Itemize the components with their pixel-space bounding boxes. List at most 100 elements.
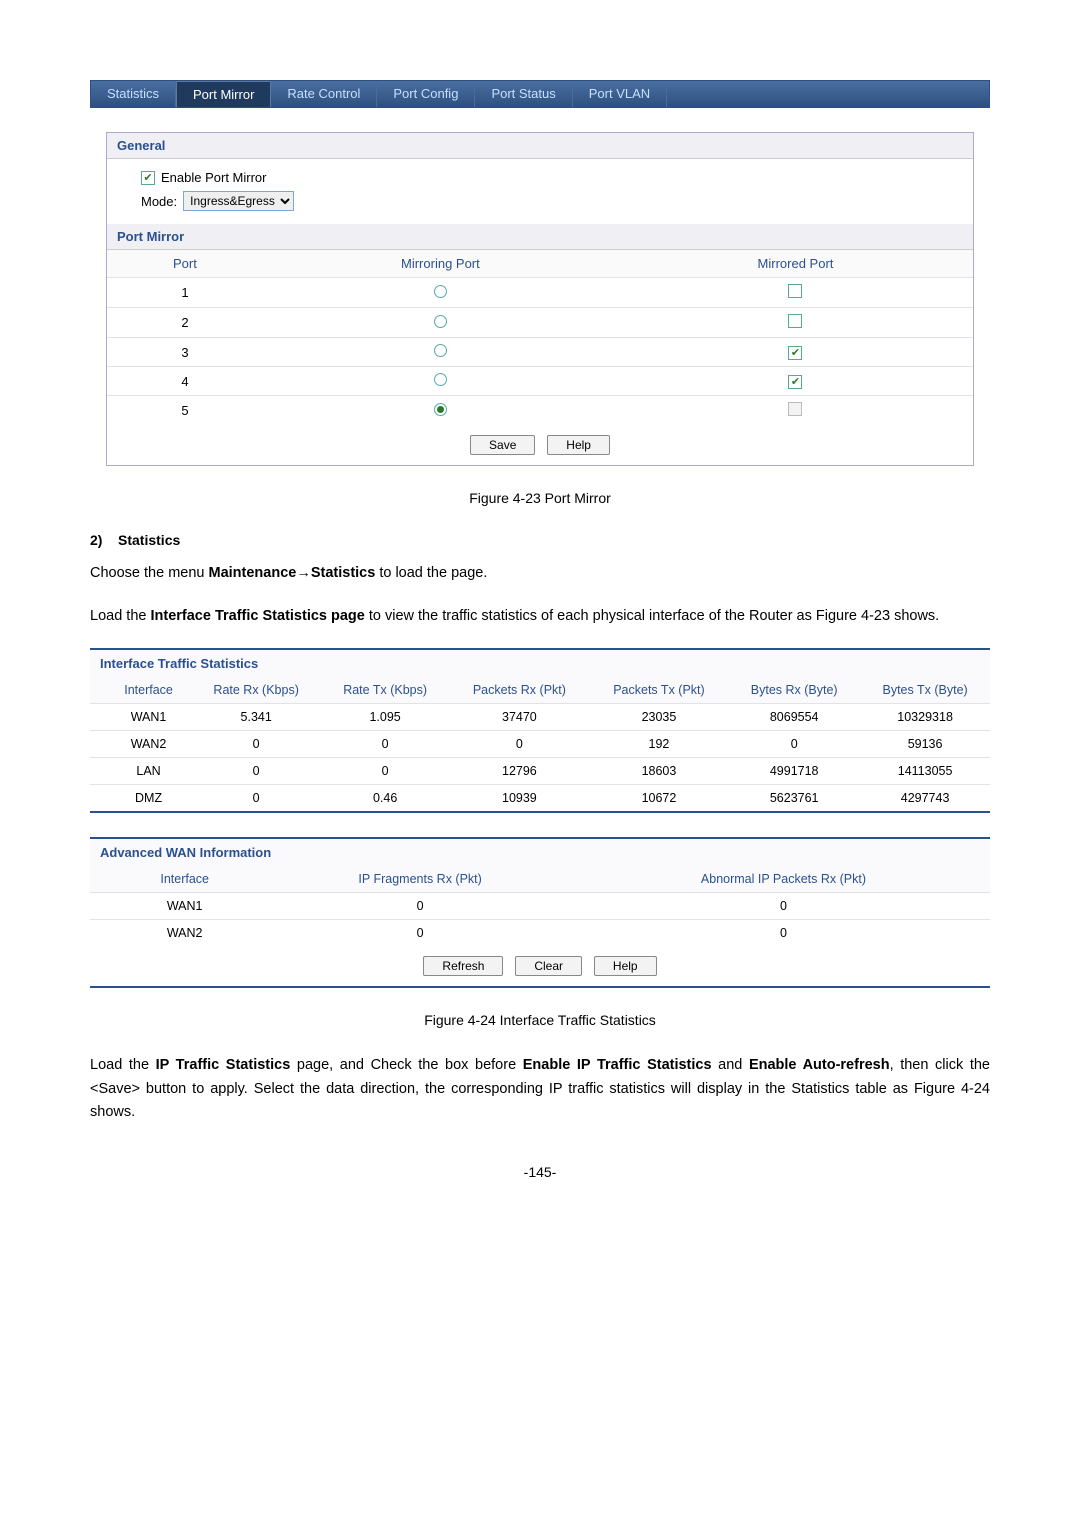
cell: 12796 (449, 758, 590, 785)
enable-port-mirror-label: Enable Port Mirror (161, 170, 266, 185)
cell: 0 (191, 731, 321, 758)
col-header: Rate Rx (Kbps) (191, 677, 321, 704)
mirrored-checkbox[interactable] (788, 346, 802, 360)
its-heading: Interface Traffic Statistics (90, 650, 990, 677)
awi-table: InterfaceIP Fragments Rx (Pkt)Abnormal I… (90, 866, 990, 946)
cell: 0 (321, 731, 449, 758)
table-row: DMZ00.46109391067256237614297743 (90, 785, 990, 812)
cell: WAN1 (90, 704, 191, 731)
tab-port-vlan[interactable]: Port VLAN (573, 81, 667, 107)
mirroring-radio[interactable] (434, 315, 447, 328)
col-header: Interface (90, 677, 191, 704)
save-button[interactable]: Save (470, 435, 535, 455)
port-cell: 4 (107, 367, 263, 396)
cell: 0 (321, 758, 449, 785)
cell: LAN (90, 758, 191, 785)
cell: 4991718 (728, 758, 860, 785)
mirroring-radio[interactable] (434, 373, 447, 386)
cell: DMZ (90, 785, 191, 812)
table-row: WAN100 (90, 893, 990, 920)
tab-rate-control[interactable]: Rate Control (271, 81, 377, 107)
port-cell: 3 (107, 338, 263, 367)
tab-bar: Statistics Port Mirror Rate Control Port… (90, 80, 990, 108)
cell: 192 (590, 731, 728, 758)
cell: 0 (577, 893, 990, 920)
cell: 37470 (449, 704, 590, 731)
section-heading: 2) Statistics (90, 532, 990, 548)
cell: 0.46 (321, 785, 449, 812)
cell: 8069554 (728, 704, 860, 731)
mirroring-radio[interactable] (434, 403, 447, 416)
cell: 10329318 (860, 704, 990, 731)
cell: 0 (728, 731, 860, 758)
mode-label: Mode: (141, 194, 177, 209)
general-heading: General (107, 133, 973, 159)
col-header: Packets Tx (Pkt) (590, 677, 728, 704)
col-port: Port (107, 250, 263, 278)
tab-statistics[interactable]: Statistics (91, 81, 176, 107)
port-cell: 2 (107, 308, 263, 338)
figure-caption-1: Figure 4-23 Port Mirror (90, 490, 990, 506)
clear-button[interactable]: Clear (515, 956, 582, 976)
paragraph-3: Load the IP Traffic Statistics page, and… (90, 1054, 990, 1124)
port-cell: 5 (107, 396, 263, 426)
cell: 59136 (860, 731, 990, 758)
table-row: 4 (107, 367, 973, 396)
cell: 14113055 (860, 758, 990, 785)
cell: WAN2 (90, 920, 263, 947)
tab-port-status[interactable]: Port Status (475, 81, 572, 107)
cell: 10939 (449, 785, 590, 812)
tab-port-mirror[interactable]: Port Mirror (176, 81, 271, 107)
cell: 5623761 (728, 785, 860, 812)
help-button[interactable]: Help (547, 435, 610, 455)
col-header: Abnormal IP Packets Rx (Pkt) (577, 866, 990, 893)
col-header: Bytes Rx (Byte) (728, 677, 860, 704)
awi-heading: Advanced WAN Information (90, 839, 990, 866)
col-header: Bytes Tx (Byte) (860, 677, 990, 704)
table-row: WAN2000192059136 (90, 731, 990, 758)
cell: 23035 (590, 704, 728, 731)
port-mirror-panel: General Enable Port Mirror Mode: Ingress… (106, 132, 974, 466)
col-mirroring: Mirroring Port (263, 250, 618, 278)
cell: 0 (263, 920, 577, 947)
mode-select[interactable]: Ingress&Egress (183, 191, 294, 211)
table-row: WAN200 (90, 920, 990, 947)
page-number: -145- (90, 1164, 990, 1180)
table-row: 3 (107, 338, 973, 367)
cell: 5.341 (191, 704, 321, 731)
tab-port-config[interactable]: Port Config (377, 81, 475, 107)
mirroring-radio[interactable] (434, 344, 447, 357)
cell: 0 (263, 893, 577, 920)
cell: 1.095 (321, 704, 449, 731)
cell: 0 (191, 758, 321, 785)
mirrored-checkbox (788, 402, 802, 416)
cell: 0 (191, 785, 321, 812)
mirrored-checkbox[interactable] (788, 284, 802, 298)
interface-traffic-stats-panel: Interface Traffic Statistics InterfaceRa… (90, 648, 990, 813)
enable-port-mirror-checkbox[interactable] (141, 171, 155, 185)
col-header: Packets Rx (Pkt) (449, 677, 590, 704)
cell: WAN2 (90, 731, 191, 758)
col-mirrored: Mirrored Port (618, 250, 973, 278)
mirrored-checkbox[interactable] (788, 314, 802, 328)
cell: 0 (577, 920, 990, 947)
cell: 0 (449, 731, 590, 758)
refresh-button[interactable]: Refresh (423, 956, 503, 976)
table-row: 1 (107, 278, 973, 308)
col-header: IP Fragments Rx (Pkt) (263, 866, 577, 893)
port-mirror-heading: Port Mirror (107, 224, 973, 250)
advanced-wan-panel: Advanced WAN Information InterfaceIP Fra… (90, 837, 990, 988)
mirroring-radio[interactable] (434, 285, 447, 298)
paragraph-1: Choose the menu Maintenance→Statistics t… (90, 562, 990, 585)
paragraph-2: Load the Interface Traffic Statistics pa… (90, 605, 990, 628)
table-row: 2 (107, 308, 973, 338)
its-table: InterfaceRate Rx (Kbps)Rate Tx (Kbps)Pac… (90, 677, 990, 811)
mirrored-checkbox[interactable] (788, 375, 802, 389)
figure-caption-2: Figure 4-24 Interface Traffic Statistics (90, 1012, 990, 1028)
col-header: Interface (90, 866, 263, 893)
table-row: 5 (107, 396, 973, 426)
help-button-2[interactable]: Help (594, 956, 657, 976)
cell: 4297743 (860, 785, 990, 812)
cell: 10672 (590, 785, 728, 812)
table-row: LAN001279618603499171814113055 (90, 758, 990, 785)
